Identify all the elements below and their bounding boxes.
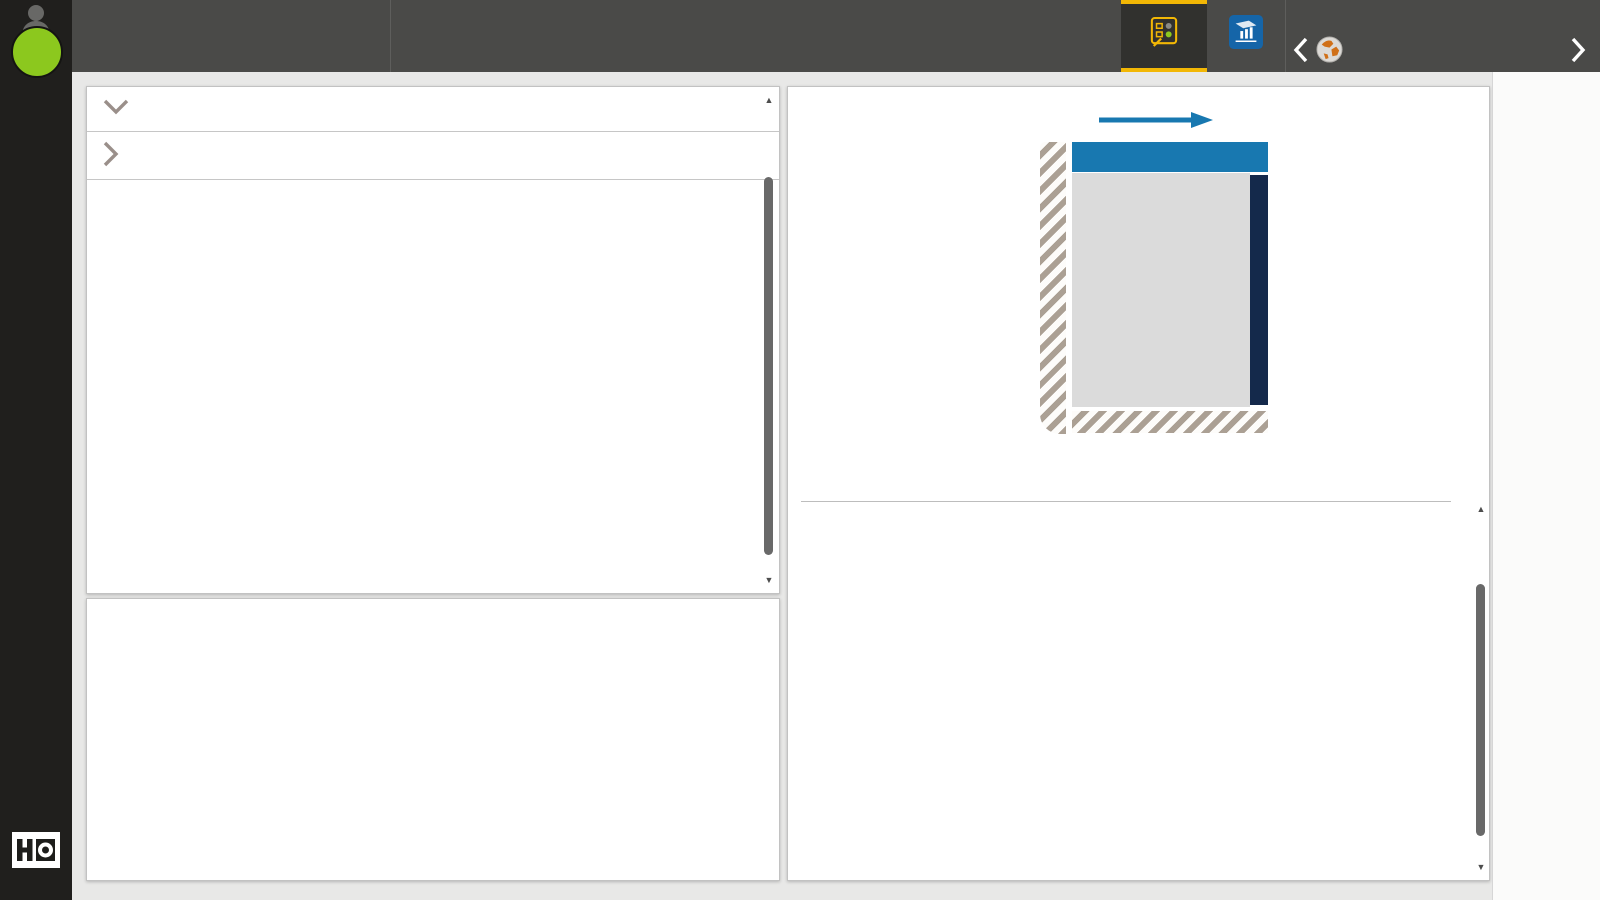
homag-logo [12,830,60,875]
edge-program-right[interactable] [1250,175,1268,405]
topbar-divider [390,0,391,72]
workpiece-panel: ▲ ▼ [787,86,1490,881]
feed-direction-arrow-icon [1099,112,1213,133]
program-list-panel: ▲ ▼ [86,86,780,594]
scroll-down-icon[interactable]: ▼ [1477,862,1486,872]
topbar [72,0,1600,72]
nav-previous-chevron-icon[interactable] [1292,36,1309,69]
machine-fence-bottom [1072,411,1268,433]
edge-settings-panel [86,598,780,881]
chevron-right-icon [103,141,119,171]
edge-program-top[interactable] [1072,142,1268,172]
group-header-office-cabinet[interactable] [87,87,779,132]
group-header-kitchen-cabinet[interactable] [87,132,779,180]
globe-icon[interactable] [1316,36,1343,68]
list-scrollbar-thumb[interactable] [764,177,773,555]
app-root: ▲ ▼ ▲ ▼ [0,0,1600,900]
back-icon [1229,15,1263,54]
scroll-down-icon[interactable]: ▼ [765,575,774,585]
left-rail [0,0,72,900]
tab-back[interactable] [1207,0,1285,72]
status-icon [1150,16,1178,53]
topbar-divider-2 [1285,0,1286,72]
table-scrollbar-thumb[interactable] [1476,584,1485,836]
chevron-down-icon [103,99,129,119]
table-scrollbar[interactable]: ▲ ▼ [1474,502,1488,874]
scroll-up-icon[interactable]: ▲ [1477,504,1486,514]
table-header-divider [801,501,1451,502]
nav-next-chevron-icon[interactable] [1570,36,1587,69]
list-scrollbar[interactable]: ▲ ▼ [762,93,776,587]
scroll-up-icon[interactable]: ▲ [765,95,774,105]
machine-state-lamp[interactable] [11,26,63,78]
machine-fence-left [1040,142,1066,434]
workpiece-body[interactable] [1072,173,1250,407]
function-key-column [1492,72,1600,900]
tab-status[interactable] [1121,0,1207,72]
